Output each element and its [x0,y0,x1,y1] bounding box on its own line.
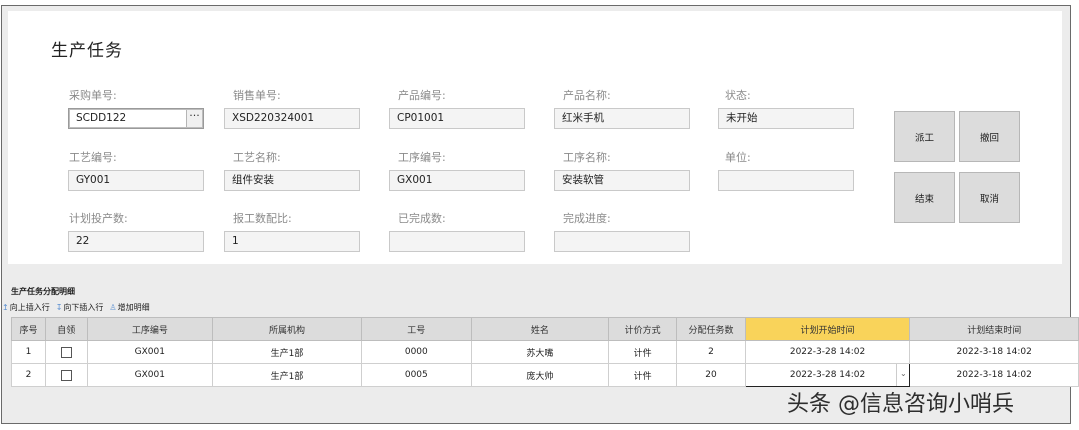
self-claim-checkbox[interactable] [60,369,72,381]
browse-icon[interactable]: ··· [186,110,202,127]
cell-process[interactable]: GX001 [86,363,214,387]
insert-row-above-icon: ↥ [2,303,9,312]
progress-field[interactable] [554,231,690,252]
col-header-pricing[interactable]: 计价方式 [607,317,678,341]
sales-no-field[interactable]: XSD220324001 [224,108,360,129]
report-ratio-field[interactable]: 1 [224,231,360,252]
page-title: 生产任务 [51,41,123,61]
field-label-unit: 单位: [725,151,751,164]
detail-toolbar: ↥ 向上插入行 ↧ 向下插入行 ♙ 增加明细 [2,301,156,314]
table-header-row: 序号 自领 工序编号 所属机构 工号 姓名 计价方式 分配任务数 计划开始时间 … [11,317,1079,341]
add-detail-label: 增加明细 [117,303,150,312]
cell-emp-id[interactable]: 0000 [360,340,472,364]
field-label-purchase-no: 采购单号: [69,89,117,102]
col-header-self-claim[interactable]: 自领 [44,317,88,341]
field-label-craft-no: 工艺编号: [69,151,117,164]
field-label-sales-no: 销售单号: [233,89,281,102]
field-label-report-ratio: 报工数配比: [233,212,292,225]
insert-above-button[interactable]: ↥ 向上插入行 [2,302,50,313]
col-header-process-no[interactable]: 工序编号 [86,317,214,341]
craft-name-field[interactable]: 组件安装 [224,170,360,191]
table-row[interactable]: 1 GX001 生产1部 0000 苏大嘴 计件 2 2022-3-28 14:… [11,340,1079,364]
cell-name[interactable]: 苏大嘴 [470,340,609,364]
col-header-no[interactable]: 序号 [11,317,46,341]
insert-row-below-icon: ↧ [55,303,63,312]
cell-pricing[interactable]: 计件 [607,340,678,364]
purchase-no-field[interactable]: SCDD122 ··· [68,108,204,129]
status-field[interactable]: 未开始 [718,108,854,129]
cell-plan-end[interactable]: 2022-3-18 14:02 [909,363,1079,387]
revoke-button[interactable]: 撤回 [959,111,1020,162]
field-label-completed-qty: 已完成数: [398,212,446,225]
cell-plan-start[interactable]: 2022-3-28 14:02 [744,340,911,364]
field-label-planned-qty: 计划投产数: [69,212,128,225]
cell-org[interactable]: 生产1部 [212,363,362,387]
cell-plan-end[interactable]: 2022-3-18 14:02 [909,340,1079,364]
field-label-craft-name: 工艺名称: [233,151,281,164]
insert-below-label: 向下插入行 [63,303,104,312]
process-no-field[interactable]: GX001 [389,170,525,191]
add-detail-button[interactable]: ♙ 增加明细 [109,302,149,313]
cell-no: 2 [11,363,46,387]
cell-process[interactable]: GX001 [86,340,214,364]
craft-no-field[interactable]: GY001 [68,170,204,191]
product-name-field[interactable]: 红米手机 [554,108,690,129]
planned-qty-field[interactable]: 22 [68,231,204,252]
field-label-process-name: 工序名称: [563,151,611,164]
purchase-no-value: SCDD122 [76,112,127,124]
watermark: 头条 @信息咨询小哨兵 [787,392,1014,417]
plan-start-value: 2022-3-28 14:02 [789,370,866,380]
completed-qty-field[interactable] [389,231,525,252]
cell-self-claim[interactable] [44,363,88,387]
product-no-field[interactable]: CP01001 [389,108,525,129]
detail-section-title: 生产任务分配明细 [11,287,75,296]
allocation-table: 序号 自领 工序编号 所属机构 工号 姓名 计价方式 分配任务数 计划开始时间 … [11,317,1079,387]
cell-no: 1 [11,340,46,364]
process-name-field[interactable]: 安装软管 [554,170,690,191]
field-label-product-name: 产品名称: [563,89,611,102]
cell-emp-id[interactable]: 0005 [360,363,472,387]
dispatch-button[interactable]: 派工 [894,111,955,162]
cell-qty[interactable]: 20 [676,363,746,387]
finish-button[interactable]: 结束 [894,172,955,223]
table-row[interactable]: 2 GX001 生产1部 0005 庞大帅 计件 20 2022-3-28 14… [11,363,1079,387]
field-label-status: 状态: [725,89,751,102]
field-label-product-no: 产品编号: [398,89,446,102]
insert-below-button[interactable]: ↧ 向下插入行 [56,302,104,313]
insert-above-label: 向上插入行 [9,303,50,312]
col-header-emp-id[interactable]: 工号 [360,317,472,341]
cell-name[interactable]: 庞大帅 [470,363,609,387]
cancel-button[interactable]: 取消 [959,172,1020,223]
col-header-name[interactable]: 姓名 [470,317,609,341]
field-label-progress: 完成进度: [563,212,611,225]
col-header-plan-start[interactable]: 计划开始时间 [744,317,911,341]
col-header-qty[interactable]: 分配任务数 [676,317,746,341]
cell-self-claim[interactable] [44,340,88,364]
task-form-panel: 生产任务 采购单号: SCDD122 ··· 销售单号: XSD22032400… [8,11,1062,264]
unit-field[interactable] [718,170,854,191]
col-header-org[interactable]: 所属机构 [212,317,362,341]
cell-org[interactable]: 生产1部 [212,340,362,364]
chevron-down-icon[interactable]: ⌄ [896,364,909,386]
cell-qty[interactable]: 2 [676,340,746,364]
add-user-icon: ♙ [109,303,117,312]
self-claim-checkbox[interactable] [60,346,72,358]
cell-pricing[interactable]: 计件 [607,363,678,387]
field-label-process-no: 工序编号: [398,151,446,164]
col-header-plan-end[interactable]: 计划结束时间 [909,317,1079,341]
cell-plan-start-editor[interactable]: 2022-3-28 14:02 ⌄ [744,363,911,387]
